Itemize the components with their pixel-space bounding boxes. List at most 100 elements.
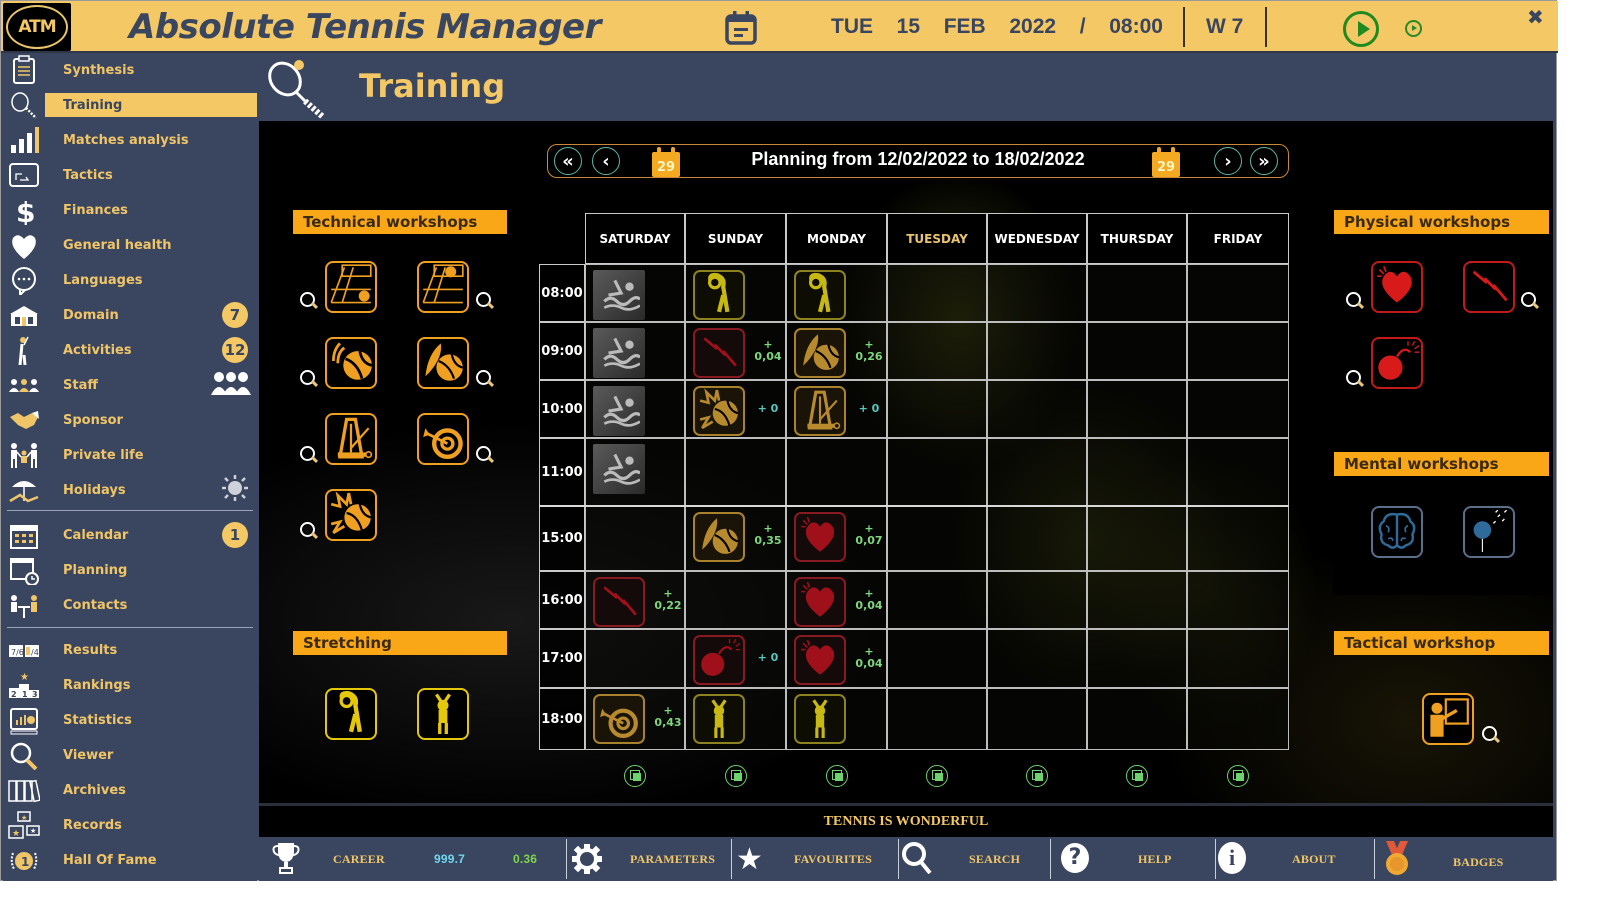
schedule-slot[interactable] <box>1187 380 1289 438</box>
schedule-slot[interactable] <box>887 438 987 506</box>
workshop-tile-coach-board[interactable] <box>1422 693 1474 745</box>
play-continue-button[interactable] <box>1343 11 1379 47</box>
next-week-button[interactable]: › <box>1214 147 1242 175</box>
sidebar-item-planning[interactable]: Planning <box>3 555 257 585</box>
schedule-slot[interactable] <box>786 688 887 750</box>
schedule-slot[interactable] <box>987 322 1087 380</box>
schedule-slot[interactable] <box>585 629 685 688</box>
scheduled-session[interactable] <box>693 328 745 378</box>
schedule-slot[interactable]: + 0,26 <box>786 322 887 380</box>
schedule-slot[interactable] <box>887 688 987 750</box>
workshop-tile-bomb-power[interactable] <box>1371 337 1423 389</box>
schedule-slot[interactable]: + 0 <box>685 629 786 688</box>
copy-day-button[interactable] <box>624 765 646 787</box>
sidebar-item-hall-of-fame[interactable]: 1 Hall Of Fame <box>3 845 257 875</box>
sidebar-item-general-health[interactable]: General health <box>3 230 257 260</box>
schedule-slot[interactable]: + 0,22 <box>585 571 685 629</box>
scheduled-session[interactable] <box>794 328 846 378</box>
sidebar-item-staff[interactable]: Staff <box>3 370 257 400</box>
scheduled-session[interactable] <box>593 270 645 320</box>
search-button[interactable]: SEARCH <box>899 837 1049 881</box>
scheduled-session[interactable] <box>693 694 745 744</box>
copy-day-button[interactable] <box>1026 765 1048 787</box>
scheduled-session[interactable] <box>693 270 745 320</box>
calendar-icon[interactable] <box>725 11 757 45</box>
schedule-slot[interactable] <box>987 264 1087 322</box>
workshop-tile-court-return[interactable] <box>417 261 469 313</box>
career-button[interactable]: CAREER 999.7 0.36 <box>259 837 565 881</box>
schedule-slot[interactable] <box>585 506 685 571</box>
scheduled-session[interactable] <box>794 386 846 436</box>
workshop-tile-dandelion[interactable] <box>1463 506 1515 558</box>
calendar-picker-end[interactable]: 29 <box>1152 147 1180 177</box>
schedule-slot[interactable] <box>1087 629 1187 688</box>
sidebar-item-rankings[interactable]: ★ 2 1 3 Rankings <box>3 670 257 700</box>
parameters-button[interactable]: PARAMETERS <box>567 837 730 881</box>
schedule-slot[interactable] <box>887 571 987 629</box>
workshop-tile-court-serve[interactable] <box>325 261 377 313</box>
schedule-slot[interactable] <box>1187 629 1289 688</box>
schedule-slot[interactable] <box>585 264 685 322</box>
schedule-slot[interactable] <box>987 438 1087 506</box>
zoom-details-icon[interactable] <box>476 292 494 310</box>
play-step-button[interactable] <box>1405 20 1422 37</box>
schedule-slot[interactable] <box>1087 380 1187 438</box>
sidebar-item-private-life[interactable]: Private life <box>3 440 257 470</box>
workshop-tile-heart-cardio[interactable] <box>1371 261 1423 313</box>
favourites-button[interactable]: ★ FAVOURITES <box>732 837 897 881</box>
workshop-tile-metronome[interactable] <box>325 413 377 465</box>
workshop-tile-ball-spin[interactable] <box>325 337 377 389</box>
sidebar-item-tactics[interactable]: Tactics <box>3 160 257 190</box>
schedule-slot[interactable]: + 0,04 <box>786 571 887 629</box>
schedule-slot[interactable] <box>585 438 685 506</box>
zoom-details-icon[interactable] <box>1346 370 1364 388</box>
sidebar-item-training[interactable]: Training <box>3 90 257 120</box>
schedule-slot[interactable] <box>887 322 987 380</box>
about-button[interactable]: i ABOUT <box>1216 837 1373 881</box>
copy-day-button[interactable] <box>825 765 848 787</box>
sidebar-item-archives[interactable]: Archives <box>3 775 257 805</box>
schedule-slot[interactable] <box>1087 688 1187 750</box>
schedule-slot[interactable] <box>987 629 1087 688</box>
sidebar-item-results[interactable]: 7/6/4 Results <box>3 635 257 665</box>
schedule-slot[interactable] <box>887 380 987 438</box>
schedule-slot[interactable]: + 0,04 <box>685 322 786 380</box>
schedule-slot[interactable] <box>786 264 887 322</box>
sidebar-item-holidays[interactable]: Holidays <box>3 474 257 505</box>
zoom-details-icon[interactable] <box>300 370 318 388</box>
scheduled-session[interactable] <box>593 444 645 494</box>
sidebar-item-calendar[interactable]: Calendar 1 <box>3 520 257 550</box>
copy-day-button[interactable] <box>724 765 747 787</box>
workshop-tile-brain[interactable] <box>1371 506 1423 558</box>
schedule-slot[interactable] <box>585 322 685 380</box>
schedule-slot[interactable] <box>1087 438 1187 506</box>
schedule-slot[interactable] <box>1187 506 1289 571</box>
schedule-slot[interactable] <box>1187 438 1289 506</box>
sidebar-item-records[interactable]: ★ ★ ★ Records <box>3 810 257 840</box>
scheduled-session[interactable] <box>693 635 745 685</box>
sidebar-item-sponsor[interactable]: Sponsor <box>3 405 257 435</box>
copy-day-button[interactable] <box>1126 765 1148 787</box>
workshop-tile-side-stretch[interactable] <box>325 688 377 740</box>
help-button[interactable]: ? HELP <box>1051 837 1211 881</box>
schedule-slot[interactable] <box>685 688 786 750</box>
zoom-details-icon[interactable] <box>1346 292 1364 310</box>
zoom-details-icon[interactable] <box>1521 292 1539 310</box>
zoom-details-icon[interactable] <box>300 522 318 540</box>
schedule-slot[interactable] <box>685 571 786 629</box>
copy-day-button[interactable] <box>1227 765 1249 787</box>
badges-button[interactable]: BADGES <box>1375 837 1553 881</box>
sidebar-item-finances[interactable]: $ Finances <box>3 195 257 225</box>
schedule-slot[interactable] <box>987 380 1087 438</box>
schedule-slot[interactable] <box>1187 264 1289 322</box>
schedule-slot[interactable] <box>786 438 887 506</box>
schedule-slot[interactable] <box>1087 506 1187 571</box>
scheduled-session[interactable] <box>794 512 846 562</box>
zoom-details-icon[interactable] <box>300 292 318 310</box>
scheduled-session[interactable] <box>794 694 846 744</box>
schedule-slot[interactable]: + 0 <box>786 380 887 438</box>
scheduled-session[interactable] <box>593 694 645 744</box>
schedule-slot[interactable] <box>585 380 685 438</box>
schedule-slot[interactable] <box>887 629 987 688</box>
schedule-slot[interactable]: + 0,35 <box>685 506 786 571</box>
